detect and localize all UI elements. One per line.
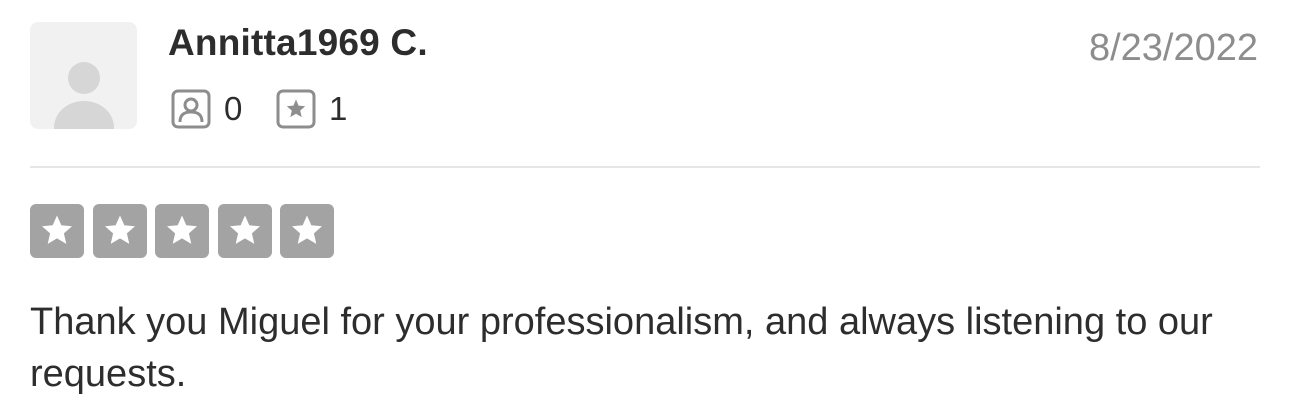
- rating-star-box: [280, 204, 334, 258]
- review-star-icon: [276, 89, 316, 129]
- rating-star-box: [217, 204, 272, 258]
- rating-star-box: [30, 204, 84, 258]
- review-date: 8/23/2022: [1088, 27, 1258, 69]
- review-count: 1: [329, 90, 348, 127]
- user-name[interactable]: Annitta1969 C.: [168, 22, 428, 64]
- star-icon: [104, 215, 135, 244]
- star-icon: [167, 215, 197, 244]
- user-avatar[interactable]: [30, 22, 137, 129]
- star-icon: [42, 215, 72, 244]
- star-icon: [292, 215, 322, 244]
- review-count-stat: 1: [276, 89, 347, 129]
- review-card: Annitta1969 C. 8/23/2022 0 1 Thank you M…: [0, 0, 1290, 418]
- divider: [30, 166, 1260, 168]
- friend-count: 0: [224, 90, 243, 127]
- friend-count-stat: 0: [171, 89, 242, 129]
- friends-icon: [171, 89, 211, 129]
- rating-star-box: [92, 204, 147, 258]
- default-user-avatar-icon: [54, 62, 114, 129]
- star-rating: [30, 204, 334, 258]
- rating-star-box: [155, 204, 209, 258]
- star-icon: [229, 215, 260, 244]
- review-text: Thank you Miguel for your professionalis…: [30, 301, 1213, 395]
